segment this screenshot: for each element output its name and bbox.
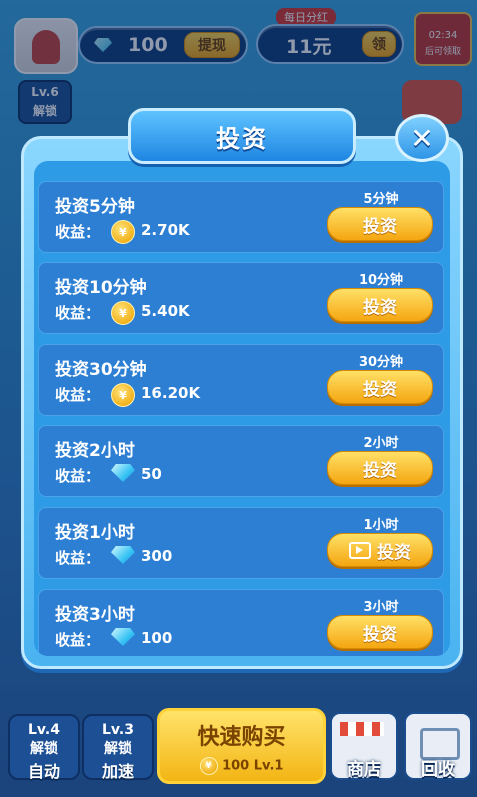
invest-modal: 投资5分钟 收益： ¥2.70K 5分钟 投资 投资10分钟 收益： ¥5.40K 10分钟 投资…	[21, 136, 463, 669]
invest-duration: 5分钟	[363, 192, 399, 207]
invest-button[interactable]: 投资	[327, 615, 433, 649]
modal-title: 投资	[128, 108, 356, 164]
invest-row: 投资30分钟 收益： ¥16.20K 30分钟投资	[38, 344, 444, 416]
invest-row: 投资3小时收益： 100 3小时投资	[38, 589, 444, 656]
auto-caption: 自动	[27, 762, 60, 781]
auto-level: Lv.4	[28, 722, 60, 738]
invest-button-label: 投资	[363, 379, 397, 400]
invest-duration: 2小时	[363, 436, 399, 451]
gem-icon	[111, 628, 135, 646]
quick-buy-price: 100	[222, 758, 250, 774]
quick-buy-button[interactable]: 快速购买 ¥ 100 Lv.1	[157, 708, 326, 784]
earnings-label: 收益：	[55, 549, 101, 567]
invest-name: 投资5分钟	[55, 197, 135, 217]
speed-unlock-button[interactable]: Lv.3 解锁 加速	[82, 714, 154, 781]
quick-buy-price-row: ¥ 100 Lv.1	[160, 757, 323, 775]
invest-button[interactable]: 投资	[327, 451, 433, 485]
shop-awning-icon	[340, 722, 384, 736]
earnings-value: 16.20K	[141, 384, 201, 402]
earnings-label: 收益：	[55, 223, 101, 241]
earnings-value: 2.70K	[141, 221, 190, 239]
earnings-label: 收益：	[55, 467, 101, 485]
close-button[interactable]: ✕	[395, 114, 449, 162]
invest-duration: 10分钟	[358, 273, 404, 288]
speed-caption: 加速	[101, 762, 134, 781]
invest-name: 投资1小时	[55, 523, 135, 543]
auto-unlock-button[interactable]: Lv.4 解锁 自动	[8, 714, 80, 781]
invest-row: 投资2小时收益： 50 2小时投资	[38, 425, 444, 497]
invest-button[interactable]: 投资	[327, 533, 433, 567]
earnings-value: 100	[141, 629, 173, 647]
earnings-label: 收益：	[55, 631, 101, 649]
recycle-button[interactable]: 回收	[404, 712, 472, 780]
close-icon: ✕	[410, 121, 434, 155]
invest-button[interactable]: 投资	[327, 370, 433, 404]
recycle-label: 回收	[421, 760, 455, 780]
earnings-label: 收益：	[55, 386, 101, 404]
coin-icon: ¥	[111, 383, 135, 407]
auto-unlock-label: 解锁	[30, 741, 58, 757]
invest-button-label: 投资	[363, 216, 397, 237]
speed-level: Lv.3	[102, 722, 134, 738]
earnings-value: 50	[141, 465, 162, 483]
coin-icon: ¥	[111, 220, 135, 244]
invest-row: 投资10分钟 收益： ¥5.40K 10分钟投资	[38, 262, 444, 334]
invest-button-label: 投资	[363, 460, 397, 481]
invest-name: 投资2小时	[55, 441, 135, 461]
invest-button[interactable]: 投资	[327, 207, 433, 241]
earnings-value: 300	[141, 547, 173, 565]
invest-duration: 30分钟	[358, 355, 404, 370]
invest-duration: 1小时	[363, 518, 399, 533]
coin-icon: ¥	[199, 757, 218, 775]
invest-name: 投资30分钟	[55, 360, 147, 380]
gem-icon	[111, 546, 135, 564]
earnings-label: 收益：	[55, 304, 101, 322]
quick-buy-label: 快速购买	[197, 725, 286, 750]
shop-label: 商店	[347, 760, 381, 780]
video-icon	[349, 541, 371, 559]
invest-row: 投资1小时收益： 300 1小时投资	[38, 507, 444, 579]
quick-buy-level: Lv.1	[253, 758, 284, 774]
invest-list[interactable]: 投资5分钟 收益： ¥2.70K 5分钟 投资 投资10分钟 收益： ¥5.40K 10分钟 投资…	[34, 161, 450, 656]
coin-icon: ¥	[111, 301, 135, 325]
invest-name: 投资10分钟	[55, 278, 147, 298]
shop-button[interactable]: 商店	[330, 712, 398, 780]
invest-button-label: 投资	[377, 542, 411, 563]
invest-row: 投资5分钟收益： ¥2.70K 5分钟投资	[38, 181, 444, 253]
gem-icon	[111, 464, 135, 482]
invest-button[interactable]: 投资	[327, 288, 433, 322]
invest-button-label: 投资	[363, 297, 397, 318]
invest-duration: 3小时	[363, 600, 399, 615]
invest-name: 投资3小时	[55, 605, 135, 625]
earnings-value: 5.40K	[141, 302, 190, 320]
invest-button-label: 投资	[363, 624, 397, 645]
speed-unlock-label: 解锁	[104, 741, 132, 757]
